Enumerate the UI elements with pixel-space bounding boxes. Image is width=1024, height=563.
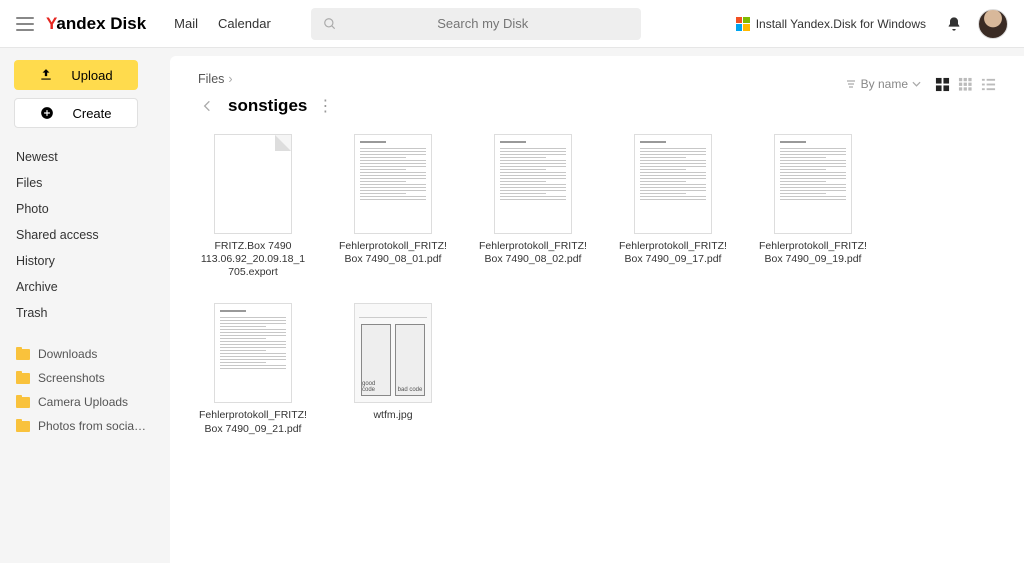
file-name: Fehlerprotokoll_FRITZ!Box 7490_08_02.pdf <box>478 240 588 266</box>
nav-photo[interactable]: Photo <box>14 196 156 222</box>
upload-icon <box>39 68 53 82</box>
chevron-right-icon: › <box>228 72 232 86</box>
file-thumb <box>214 134 292 234</box>
sort-button[interactable]: By name <box>845 77 921 91</box>
bell-icon[interactable] <box>946 16 962 32</box>
view-list-icon[interactable] <box>981 77 996 92</box>
more-menu[interactable]: ⋮ <box>317 96 334 116</box>
file-thumb <box>634 134 712 234</box>
file-name: Fehlerprotokoll_FRITZ!Box 7490_09_19.pdf <box>758 240 868 266</box>
view-controls: By name <box>845 77 996 92</box>
file-name: Fehlerprotokoll_FRITZ!Box 7490_08_01.pdf <box>338 240 448 266</box>
folder-downloads[interactable]: Downloads <box>14 342 156 366</box>
windows-icon <box>736 17 750 31</box>
file-name: FRITZ.Box 7490 113.06.92_20.09.18_1705.e… <box>198 240 308 279</box>
nav-list: Newest Files Photo Shared access History… <box>14 144 156 326</box>
nav-newest[interactable]: Newest <box>14 144 156 170</box>
file-thumb <box>354 134 432 234</box>
avatar[interactable] <box>978 9 1008 39</box>
folder-list: Downloads Screenshots Camera Uploads Pho… <box>14 342 156 438</box>
arrow-left-icon <box>200 98 216 114</box>
file-thumb: good codebad code <box>354 303 432 403</box>
nav-history[interactable]: History <box>14 248 156 274</box>
install-link[interactable]: Install Yandex.Disk for Windows <box>736 17 926 31</box>
folder-screenshots[interactable]: Screenshots <box>14 366 156 390</box>
search-box[interactable] <box>311 8 641 40</box>
folder-camera-uploads[interactable]: Camera Uploads <box>14 390 156 414</box>
file-name: wtfm.jpg <box>373 409 412 422</box>
sort-icon <box>845 79 857 89</box>
view-small-icon[interactable] <box>958 77 973 92</box>
file-thumb <box>214 303 292 403</box>
link-calendar[interactable]: Calendar <box>218 16 271 31</box>
nav-shared[interactable]: Shared access <box>14 222 156 248</box>
menu-icon[interactable] <box>16 17 34 31</box>
file-item[interactable]: Fehlerprotokoll_FRITZ!Box 7490_09_19.pdf <box>758 134 868 279</box>
search-input[interactable] <box>337 16 629 31</box>
file-thumb <box>494 134 572 234</box>
folder-icon <box>16 397 30 408</box>
logo[interactable]: Yandex Disk <box>46 14 146 34</box>
back-button[interactable] <box>198 96 218 116</box>
upload-button[interactable]: Upload <box>14 60 138 90</box>
breadcrumb[interactable]: Files› <box>198 72 233 86</box>
page-title: sonstiges <box>228 96 307 116</box>
file-item[interactable]: FRITZ.Box 7490 113.06.92_20.09.18_1705.e… <box>198 134 308 279</box>
file-item[interactable]: Fehlerprotokoll_FRITZ!Box 7490_08_01.pdf <box>338 134 448 279</box>
chevron-down-icon <box>912 81 921 87</box>
topbar: Yandex Disk Mail Calendar Install Yandex… <box>0 0 1024 48</box>
sidebar: Upload Create Newest Files Photo Shared … <box>0 48 170 563</box>
folder-icon <box>16 349 30 360</box>
file-grid: FRITZ.Box 7490 113.06.92_20.09.18_1705.e… <box>198 134 996 436</box>
plus-circle-icon <box>40 106 54 120</box>
nav-archive[interactable]: Archive <box>14 274 156 300</box>
folder-icon <box>16 373 30 384</box>
nav-trash[interactable]: Trash <box>14 300 156 326</box>
file-item[interactable]: good codebad code wtfm.jpg <box>338 303 448 435</box>
file-thumb <box>774 134 852 234</box>
file-name: Fehlerprotokoll_FRITZ!Box 7490_09_17.pdf <box>618 240 728 266</box>
main-panel: Files› By name sonstige <box>170 56 1024 563</box>
folder-photos-social[interactable]: Photos from social ... <box>14 414 156 438</box>
file-item[interactable]: Fehlerprotokoll_FRITZ!Box 7490_08_02.pdf <box>478 134 588 279</box>
nav-files[interactable]: Files <box>14 170 156 196</box>
folder-icon <box>16 421 30 432</box>
create-button[interactable]: Create <box>14 98 138 128</box>
view-large-icon[interactable] <box>935 77 950 92</box>
file-item[interactable]: Fehlerprotokoll_FRITZ!Box 7490_09_17.pdf <box>618 134 728 279</box>
search-icon <box>323 17 337 31</box>
link-mail[interactable]: Mail <box>174 16 198 31</box>
file-name: Fehlerprotokoll_FRITZ!Box 7490_09_21.pdf <box>198 409 308 435</box>
file-item[interactable]: Fehlerprotokoll_FRITZ!Box 7490_09_21.pdf <box>198 303 308 435</box>
top-links: Mail Calendar <box>174 16 271 31</box>
